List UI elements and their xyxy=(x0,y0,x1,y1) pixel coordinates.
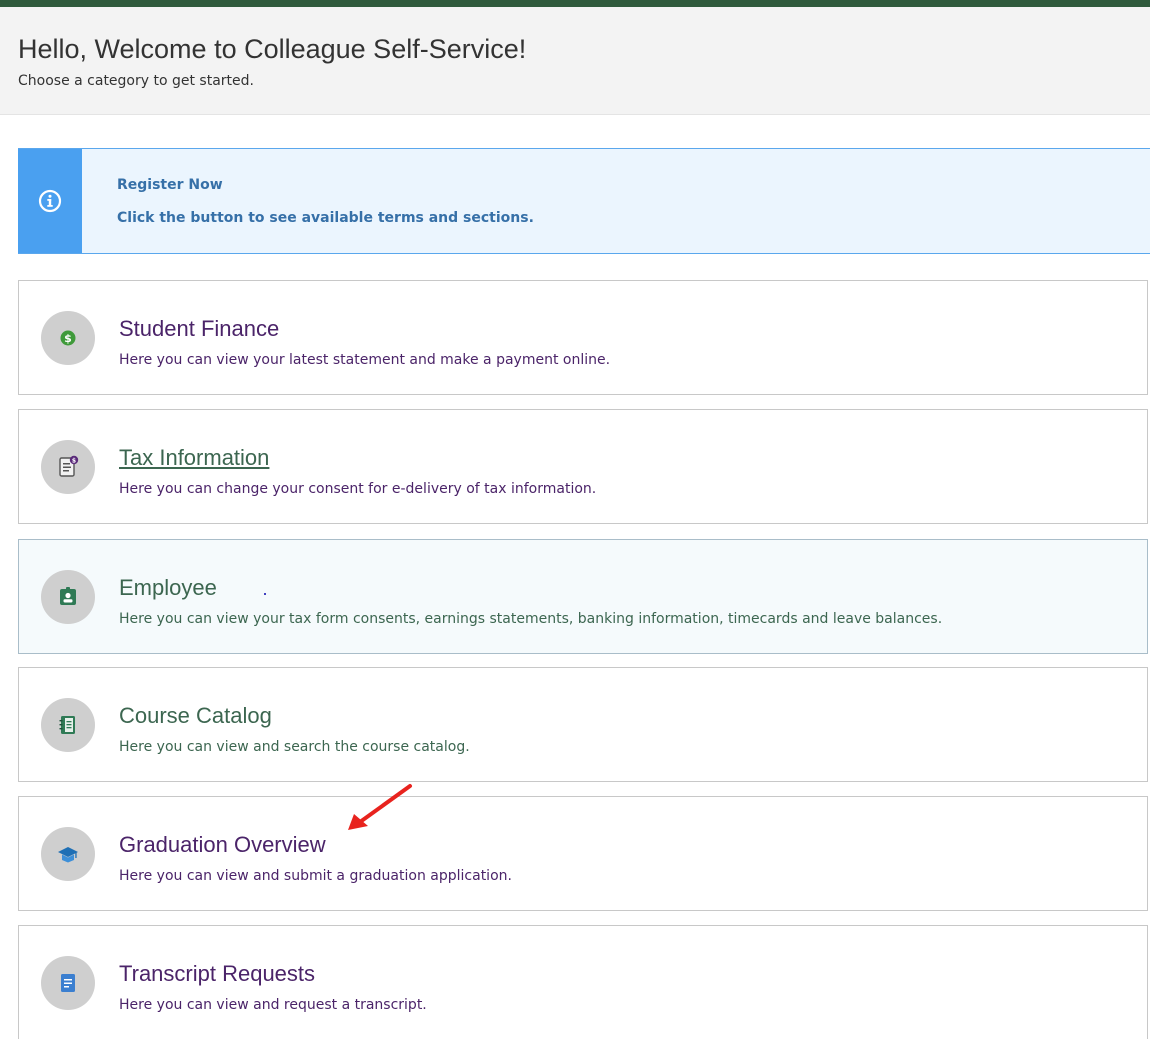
card-icon-circle xyxy=(41,570,95,624)
card-icon-circle xyxy=(41,827,95,881)
svg-text:$: $ xyxy=(64,332,72,345)
card-description: Here you can view and submit a graduatio… xyxy=(119,868,512,884)
card-title[interactable]: Transcript Requests xyxy=(119,961,315,987)
register-notice[interactable]: Register Now Click the button to see ava… xyxy=(18,148,1150,254)
category-card-tax-information[interactable]: $ Tax Information Here you can change yo… xyxy=(18,409,1148,524)
card-description: Here you can view your tax form consents… xyxy=(119,611,943,627)
page-subtitle: Choose a category to get started. xyxy=(18,73,254,89)
page-title: Hello, Welcome to Colleague Self-Service… xyxy=(18,34,527,64)
card-description: Here you can view and search the course … xyxy=(119,739,470,755)
info-circle-icon xyxy=(38,189,62,213)
employee-badge-icon xyxy=(60,587,76,605)
welcome-panel: Hello, Welcome to Colleague Self-Service… xyxy=(0,7,1150,115)
svg-text:$: $ xyxy=(72,457,76,464)
card-description: Here you can view and request a transcri… xyxy=(119,997,427,1013)
card-title[interactable]: Graduation Overview xyxy=(119,832,326,858)
card-icon-circle xyxy=(41,956,95,1010)
graduation-cap-icon xyxy=(58,847,78,863)
dollar-coin-icon: $ xyxy=(60,330,76,346)
tax-document-icon: $ xyxy=(59,455,79,477)
stray-dot xyxy=(264,593,266,595)
catalog-book-icon xyxy=(59,716,75,734)
category-card-employee[interactable]: Employee Here you can view your tax form… xyxy=(18,539,1148,654)
category-card-course-catalog[interactable]: Course Catalog Here you can view and sea… xyxy=(18,667,1148,782)
card-icon-circle: $ xyxy=(41,311,95,365)
notice-text: Click the button to see available terms … xyxy=(117,210,534,226)
card-title[interactable]: Student Finance xyxy=(119,316,279,342)
notice-accent-bar xyxy=(18,149,82,253)
card-description: Here you can view your latest statement … xyxy=(119,352,611,368)
card-title[interactable]: Course Catalog xyxy=(119,703,272,729)
annotation-arrow-icon xyxy=(348,784,412,830)
category-card-graduation-overview[interactable]: Graduation Overview Here you can view an… xyxy=(18,796,1148,911)
category-card-student-finance[interactable]: $ Student Finance Here you can view your… xyxy=(18,280,1148,395)
card-title[interactable]: Employee xyxy=(119,575,217,601)
card-description: Here you can change your consent for e-d… xyxy=(119,481,597,497)
top-banner xyxy=(0,0,1150,7)
card-title[interactable]: Tax Information xyxy=(119,445,269,471)
card-icon-circle: $ xyxy=(41,440,95,494)
transcript-document-icon xyxy=(61,974,75,992)
card-icon-circle xyxy=(41,698,95,752)
notice-title: Register Now xyxy=(117,177,223,193)
category-card-transcript-requests[interactable]: Transcript Requests Here you can view an… xyxy=(18,925,1148,1039)
